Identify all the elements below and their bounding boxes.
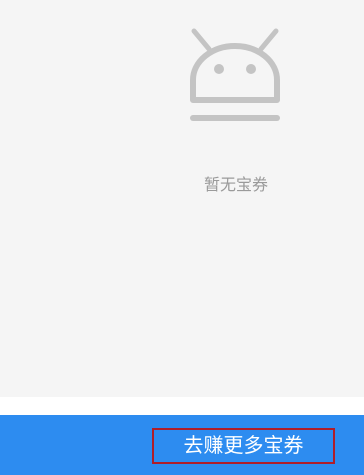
earn-more-coupons-button[interactable]: 去赚更多宝券 (0, 415, 364, 475)
empty-state: 暂无宝券 (0, 0, 364, 397)
earn-more-coupons-label: 去赚更多宝券 (152, 428, 335, 464)
divider (0, 397, 364, 415)
android-robot-icon (190, 28, 280, 121)
empty-message: 暂无宝券 (203, 175, 268, 194)
